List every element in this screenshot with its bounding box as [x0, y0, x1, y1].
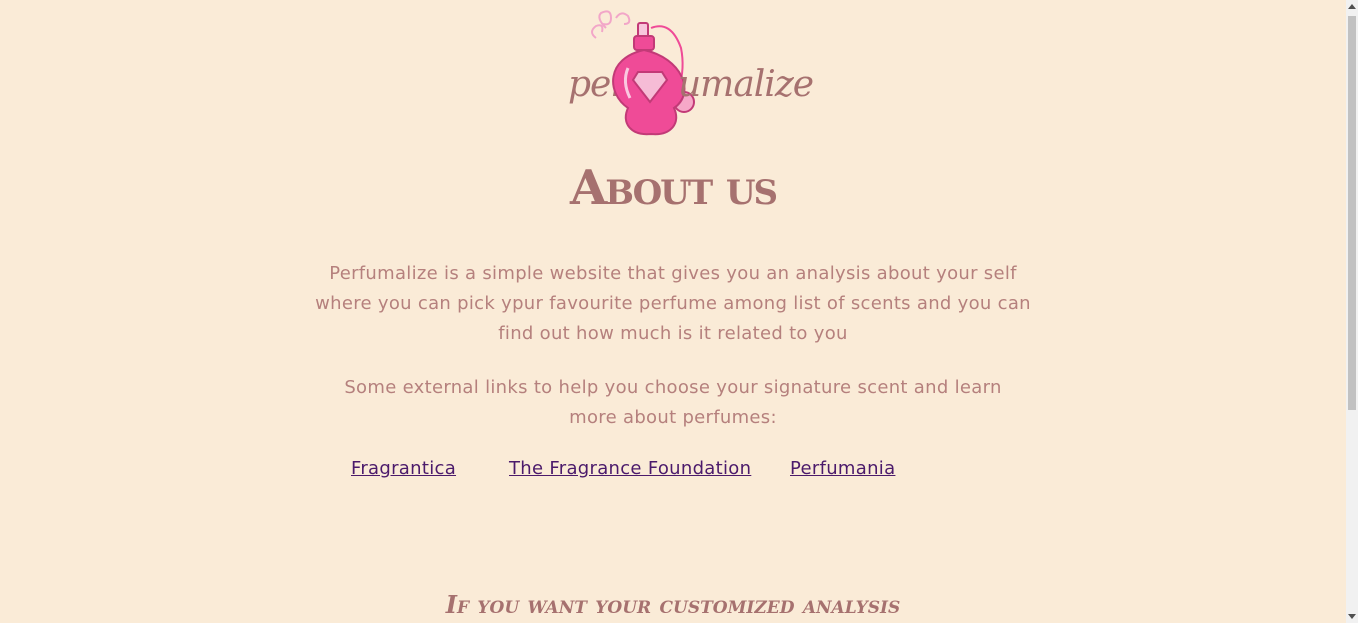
link-fragrance-foundation[interactable]: The Fragrance Foundation: [509, 458, 751, 479]
link-fragrantica[interactable]: Fragrantica: [351, 458, 456, 479]
scroll-down-icon[interactable]: [1348, 614, 1356, 619]
logo-text-right: umalize: [678, 64, 814, 105]
page: per umalize About us Perfumalize is a si…: [0, 0, 1346, 623]
link-perfumania[interactable]: Perfumania: [790, 458, 895, 479]
intro-paragraph: Perfumalize is a simple website that giv…: [315, 263, 1031, 344]
links-intro-paragraph: Some external links to help you choose y…: [344, 377, 1002, 428]
vertical-scrollbar[interactable]: [1346, 0, 1358, 623]
cta-heading: If you want your customized analysis: [445, 590, 901, 619]
page-title: About us: [569, 160, 778, 216]
scroll-thumb[interactable]: [1348, 16, 1356, 410]
logo[interactable]: per umalize: [566, 8, 814, 140]
external-links: Fragrantica The Fragrance Foundation Per…: [0, 458, 1346, 488]
scroll-up-icon[interactable]: [1348, 4, 1356, 9]
